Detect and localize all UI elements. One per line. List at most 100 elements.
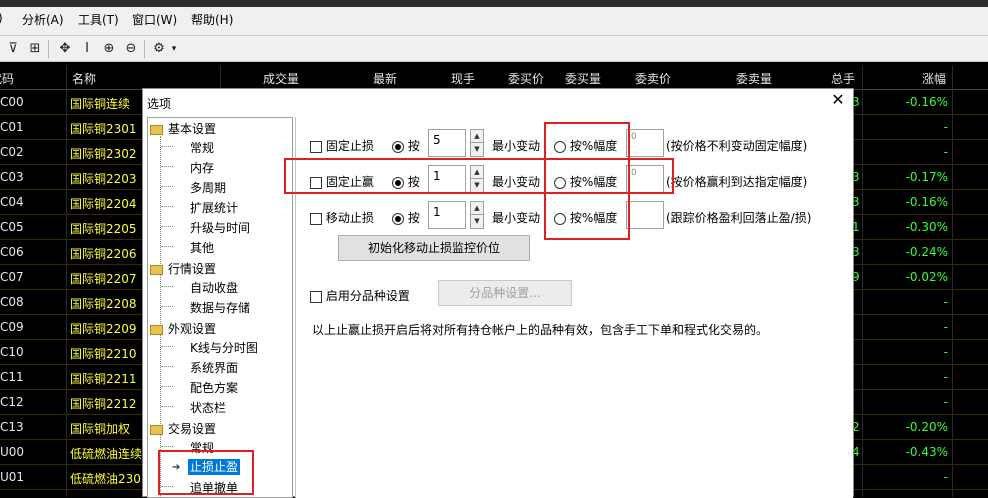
toolbar-separator	[48, 40, 49, 58]
menu-partial[interactable]: )	[0, 11, 3, 25]
col-latest[interactable]: 最新	[373, 70, 397, 87]
zoom-in-icon[interactable]: ⊕	[100, 40, 118, 58]
options-dialog: 选项 ✕ 基本设置 常规 内存 多周期 扩展统计 升级与时间 其他 行情设置 自…	[142, 88, 854, 498]
row-name: 国际铜连续	[70, 97, 131, 111]
row-name: 低硫燃油连续	[70, 447, 143, 461]
tree-item-data-storage[interactable]: 数据与存储	[190, 299, 250, 316]
tree-item-status-bar[interactable]: 状态栏	[190, 399, 226, 416]
stop-loss-checkbox-group[interactable]: 固定止损	[310, 137, 374, 154]
trailing-spinner[interactable]: ▲ ▼	[470, 201, 484, 229]
quote-grid-header: 代码 名称 成交量 最新 现手 委买价 委买量 委卖价 委卖量 总手 涨幅	[0, 66, 988, 90]
take-profit-desc: (按价格赢利到达指定幅度)	[666, 175, 808, 189]
row-code: C08	[0, 295, 24, 309]
row-code: C03	[0, 170, 24, 184]
spin-down-icon[interactable]: ▼	[471, 215, 483, 228]
highlight-take-profit-row	[284, 158, 674, 194]
row-code: U01	[0, 470, 25, 484]
col-code[interactable]: 代码	[0, 70, 14, 87]
menu-window[interactable]: 窗口(W)	[132, 11, 177, 28]
tree-guide	[161, 386, 173, 387]
stop-loss-checkbox[interactable]	[310, 140, 322, 153]
trailing-by-radio[interactable]: 按	[392, 209, 420, 226]
row-name: 国际铜加权	[70, 422, 131, 436]
row-code: C02	[0, 145, 24, 159]
col-volume[interactable]: 成交量	[263, 70, 299, 87]
col-ask-volume[interactable]: 委卖量	[736, 70, 772, 87]
col-ask-price[interactable]: 委卖价	[635, 70, 671, 87]
spin-down-icon[interactable]: ▼	[471, 143, 483, 156]
row-code: C05	[0, 220, 24, 234]
move-icon[interactable]: ✥	[56, 40, 74, 58]
filter-icon[interactable]: ⊽	[4, 40, 22, 58]
col-bid-price[interactable]: 委买价	[508, 70, 544, 87]
row-change: -0.17%	[905, 170, 948, 184]
tree-group-appearance[interactable]: 外观设置	[150, 320, 216, 337]
chevron-down-icon[interactable]: ▾	[168, 40, 180, 58]
col-bid-volume[interactable]: 委买量	[565, 70, 601, 87]
tree-guide	[161, 246, 173, 247]
row-name: 国际铜2209	[70, 322, 137, 336]
tree-guide	[161, 446, 173, 447]
title-bar-strip	[0, 0, 988, 7]
row-name: 国际铜2210	[70, 347, 137, 361]
tree-group-market[interactable]: 行情设置	[150, 260, 216, 277]
chart-icon[interactable]: ⊞	[26, 40, 44, 58]
per-product-checkbox[interactable]	[310, 290, 322, 303]
settings-icon[interactable]: ⚙	[150, 40, 168, 58]
trailing-desc: (跟踪价格盈利回落止盈/损)	[666, 211, 812, 225]
stop-loss-spinner[interactable]: ▲ ▼	[470, 129, 484, 157]
col-current-hand[interactable]: 现手	[451, 70, 475, 87]
tree-item-general[interactable]: 常规	[190, 139, 214, 156]
tree-item-color-scheme[interactable]: 配色方案	[190, 379, 238, 396]
trailing-value-input[interactable]: 1	[428, 201, 466, 229]
stop-loss-desc: (按价格不利变动固定幅度)	[666, 139, 808, 153]
row-change: -	[943, 120, 948, 134]
toolbar: ⊽ ⊞ ✥ I ⊕ ⊖ ⚙ ▾	[0, 36, 988, 62]
tree-item-memory[interactable]: 内存	[190, 159, 214, 176]
dialog-title: 选项	[147, 97, 172, 111]
trailing-checkbox[interactable]	[310, 212, 322, 225]
cursor-icon[interactable]: I	[78, 40, 96, 58]
row-name: 国际铜2206	[70, 247, 137, 261]
row-name: 国际铜2212	[70, 397, 137, 411]
close-icon[interactable]: ✕	[829, 91, 847, 109]
tree-group-basic[interactable]: 基本设置	[150, 120, 216, 137]
menu-help[interactable]: 帮助(H)	[191, 11, 233, 28]
zoom-out-icon[interactable]: ⊖	[122, 40, 140, 58]
row-code: C00	[0, 95, 24, 109]
col-change-pct[interactable]: 涨幅	[922, 70, 946, 87]
trailing-checkbox-group[interactable]: 移动止损	[310, 209, 374, 226]
menu-analysis[interactable]: 分析(A)	[22, 11, 64, 28]
stop-loss-pct-input[interactable]: 0	[626, 129, 664, 157]
col-name[interactable]: 名称	[72, 70, 96, 87]
menu-tools[interactable]: 工具(T)	[78, 11, 119, 28]
tree-item-ext-stats[interactable]: 扩展统计	[190, 199, 238, 216]
radio-selected[interactable]	[392, 140, 404, 153]
trailing-min-change: 最小变动	[492, 211, 541, 225]
tree-group-trading[interactable]: 交易设置	[150, 420, 216, 437]
row-code: C07	[0, 270, 24, 284]
col-total-hand[interactable]: 总手	[831, 70, 855, 87]
tree-guide	[161, 286, 173, 287]
row-code: C04	[0, 195, 24, 209]
spin-up-icon[interactable]: ▲	[471, 202, 483, 215]
stop-loss-min-change: 最小变动	[492, 139, 541, 153]
tree-item-multi-period[interactable]: 多周期	[190, 179, 226, 196]
init-trailing-button[interactable]: 初始化移动止损监控价位	[338, 235, 530, 261]
row-code: C10	[0, 345, 24, 359]
tree-item-auto-close[interactable]: 自动收盘	[190, 279, 238, 296]
trailing-pct-input[interactable]	[626, 201, 664, 229]
tree-guide	[161, 306, 173, 307]
radio-selected[interactable]	[392, 212, 404, 225]
spin-up-icon[interactable]: ▲	[471, 130, 483, 143]
toolbar-separator	[144, 40, 145, 58]
tree-item-system-ui[interactable]: 系统界面	[190, 359, 238, 376]
tree-item-other[interactable]: 其他	[190, 239, 214, 256]
row-change: -	[943, 370, 948, 384]
per-product-settings-button[interactable]: 分品种设置...	[438, 280, 572, 306]
tree-item-kline[interactable]: K线与分时图	[190, 339, 258, 356]
per-product-checkbox-group[interactable]: 启用分品种设置	[310, 287, 410, 304]
tree-item-upgrade-time[interactable]: 升级与时间	[190, 219, 250, 236]
stop-loss-by-radio[interactable]: 按	[392, 137, 420, 154]
stop-loss-value-input[interactable]: 5	[428, 129, 466, 157]
